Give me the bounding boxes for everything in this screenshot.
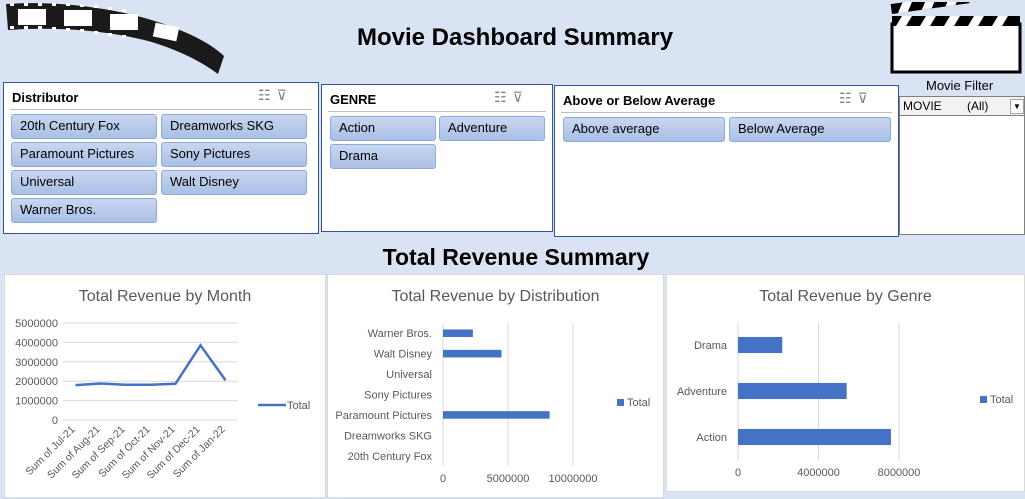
genre-item-button[interactable]: Drama (330, 144, 436, 169)
movie-filter-row: MOVIE (All) ▼ (900, 97, 1024, 116)
genre-slicer-icons: ☷⊽ (494, 89, 529, 106)
y-tick-label: Paramount Pictures (335, 410, 432, 422)
y-tick-label: Drama (694, 340, 728, 352)
distributor-item-button[interactable]: Universal (11, 170, 157, 195)
clear-filter-icon[interactable]: ⊽ (513, 89, 529, 105)
clear-filter-icon[interactable]: ⊽ (277, 87, 293, 103)
slicer-divider (561, 112, 892, 113)
y-tick-label: 4000000 (15, 337, 58, 349)
genre-item-button[interactable]: Action (330, 116, 436, 141)
legend-swatch (617, 399, 624, 406)
y-tick-label: Action (696, 432, 727, 444)
y-tick-label: 2000000 (15, 376, 58, 388)
y-tick-label: 1000000 (15, 396, 58, 408)
revenue-by-genre-chart: Total Revenue by Genre 0 4000000 8000000 Dr… (666, 274, 1025, 492)
distributor-slicer-icons: ☷⊽ (258, 87, 293, 104)
movie-filter-value[interactable]: (All) (967, 99, 988, 113)
slicer-divider (10, 109, 312, 110)
clear-filter-icon[interactable]: ⊽ (858, 90, 874, 106)
bar (443, 329, 473, 337)
bar (738, 336, 783, 354)
average-slicer-title: Above or Below Average (563, 93, 716, 108)
bar (443, 411, 550, 419)
y-tick-label: 20th Century Fox (348, 451, 433, 463)
bar (443, 349, 502, 358)
section-title: Total Revenue Summary (382, 244, 650, 270)
distributor-item-button[interactable]: Paramount Pictures (11, 142, 157, 167)
distributor-item-button[interactable]: Dreamworks SKG (161, 114, 307, 139)
legend-swatch (980, 396, 987, 403)
average-item-button[interactable]: Below Average (729, 117, 891, 142)
distributor-item-button[interactable]: Walt Disney (161, 170, 307, 195)
y-tick-label: 0 (52, 415, 58, 427)
y-tick-label: Dreamworks SKG (344, 430, 432, 442)
distributor-slicer-title: Distributor (12, 90, 79, 105)
movie-filter-field: MOVIE (903, 99, 942, 113)
movie-filter-label: Movie Filter (926, 78, 994, 93)
x-tick-label: 0 (440, 473, 446, 485)
y-tick-label: Sony Pictures (364, 390, 432, 402)
average-slicer-icons: ☷⊽ (839, 90, 874, 107)
distribution-bar-chart-svg: 0 5000000 10000000 Warner Bros. Walt Disney U… (335, 323, 650, 485)
genre-item-button[interactable]: Adventure (439, 116, 545, 141)
y-tick-label: 5000000 (15, 318, 58, 330)
revenue-by-distribution-chart: Total Revenue by Distribution 0 5000000 10… (327, 274, 664, 498)
genre-bar-chart-svg: 0 4000000 8000000 Drama Adventure Action Total (677, 322, 1013, 479)
bar (738, 428, 891, 446)
line-chart-svg: 500000040000003000000200000010000000Sum … (15, 318, 310, 482)
y-tick-label: Adventure (677, 386, 727, 398)
x-tick-label: 4000000 (797, 467, 840, 479)
x-tick-label: 8000000 (878, 467, 921, 479)
y-tick-label: 3000000 (15, 357, 58, 369)
genre-slicer-title: GENRE (330, 92, 377, 107)
distributor-item-button[interactable]: Sony Pictures (161, 142, 307, 167)
multi-select-icon[interactable]: ☷ (258, 87, 277, 103)
y-tick-label: Walt Disney (374, 349, 433, 361)
slicer-divider (328, 111, 546, 112)
dropdown-arrow-icon[interactable]: ▼ (1010, 99, 1024, 114)
legend-label: Total (287, 400, 310, 412)
genre-slicer: GENRE ☷⊽ Action Adventure Drama (321, 84, 553, 232)
page-title: Movie Dashboard Summary (356, 24, 674, 51)
movie-filter-box: MOVIE (All) ▼ (899, 96, 1025, 235)
series-line-total (75, 343, 227, 387)
average-item-button[interactable]: Above average (563, 117, 725, 142)
film-strip-icon (6, 3, 224, 74)
revenue-by-month-chart: Total Revenue by Month 5000000 4000000 300… (4, 274, 326, 498)
distributor-item-button[interactable]: 20th Century Fox (11, 114, 157, 139)
distributor-slicer: Distributor ☷⊽ 20th Century Fox Dreamwork… (3, 82, 319, 234)
multi-select-icon[interactable]: ☷ (494, 89, 513, 105)
legend-label: Total (990, 394, 1013, 406)
legend-label: Total (627, 397, 650, 409)
x-tick-label: 5000000 (487, 473, 530, 485)
average-slicer: Above or Below Average ☷⊽ Above average B… (554, 85, 899, 237)
clapperboard-icon (890, 2, 1022, 74)
bar (738, 382, 847, 400)
distributor-item-button[interactable]: Warner Bros. (11, 198, 157, 223)
x-tick-label: 10000000 (549, 473, 598, 485)
x-tick-label: 0 (735, 467, 741, 479)
y-tick-label: Warner Bros. (368, 328, 432, 340)
y-tick-label: Universal (386, 369, 432, 381)
multi-select-icon[interactable]: ☷ (839, 90, 858, 106)
